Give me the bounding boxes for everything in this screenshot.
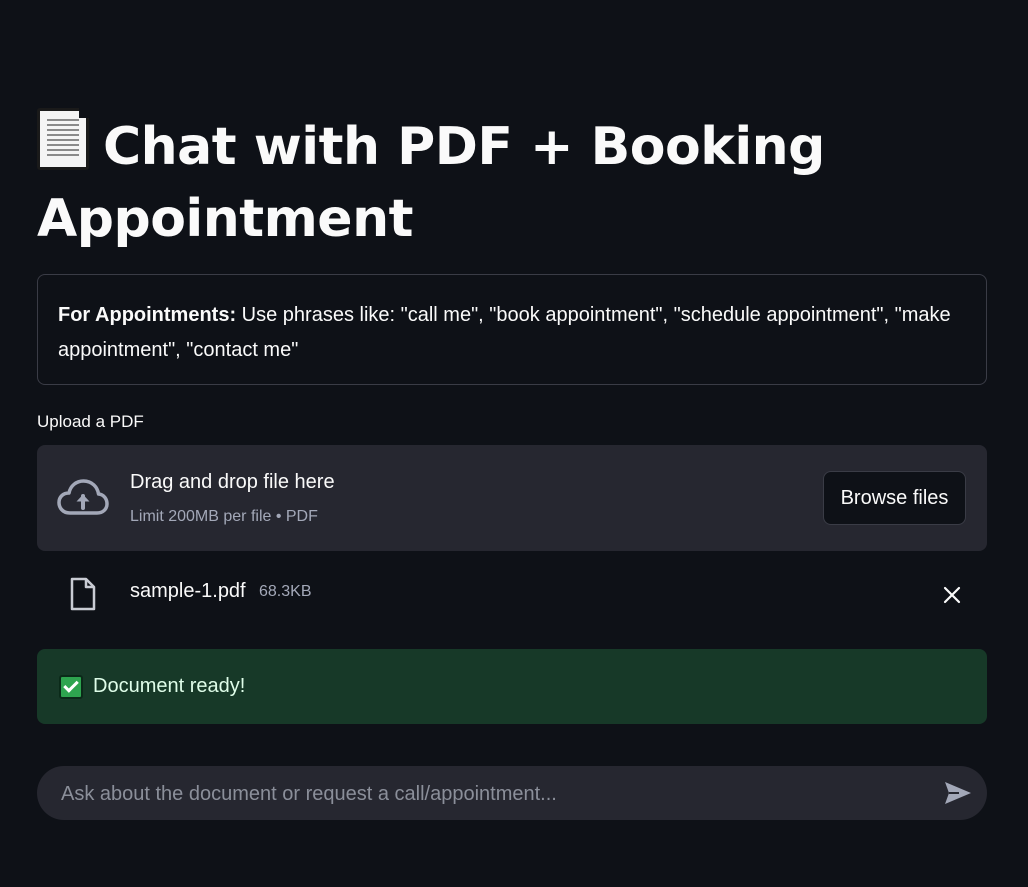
chat-input[interactable] xyxy=(59,766,923,822)
send-button[interactable] xyxy=(943,779,973,807)
file-size: 68.3KB xyxy=(259,583,312,600)
info-box: For Appointments: Use phrases like: "cal… xyxy=(37,274,987,385)
uploaded-file-row: sample-1.pdf 68.3KB xyxy=(37,570,987,618)
cloud-upload-icon xyxy=(57,479,109,515)
dropzone-limit-text: Limit 200MB per file • PDF xyxy=(130,508,318,525)
chat-input-bar xyxy=(37,766,987,822)
page-title-text: Chat with PDF + Booking Appointment xyxy=(37,117,825,249)
success-alert: Document ready! xyxy=(37,649,987,724)
remove-file-button[interactable] xyxy=(939,582,965,608)
upload-label: Upload a PDF xyxy=(37,412,144,431)
page-facing-up-icon xyxy=(37,108,89,170)
check-mark-icon xyxy=(59,674,83,699)
close-icon xyxy=(943,586,961,604)
info-bold-label: For Appointments: xyxy=(58,304,237,326)
app-page: Chat with PDF + Booking Appointment For … xyxy=(0,0,1028,887)
file-name: sample-1.pdf xyxy=(130,580,246,602)
file-icon xyxy=(70,577,96,611)
page-title: Chat with PDF + Booking Appointment xyxy=(37,108,987,255)
browse-files-button[interactable]: Browse files xyxy=(823,471,966,525)
file-dropzone[interactable]: Drag and drop file here Limit 200MB per … xyxy=(37,445,987,551)
success-message: Document ready! xyxy=(93,675,246,697)
dropzone-text: Drag and drop file here xyxy=(130,471,335,493)
send-icon xyxy=(945,782,971,804)
